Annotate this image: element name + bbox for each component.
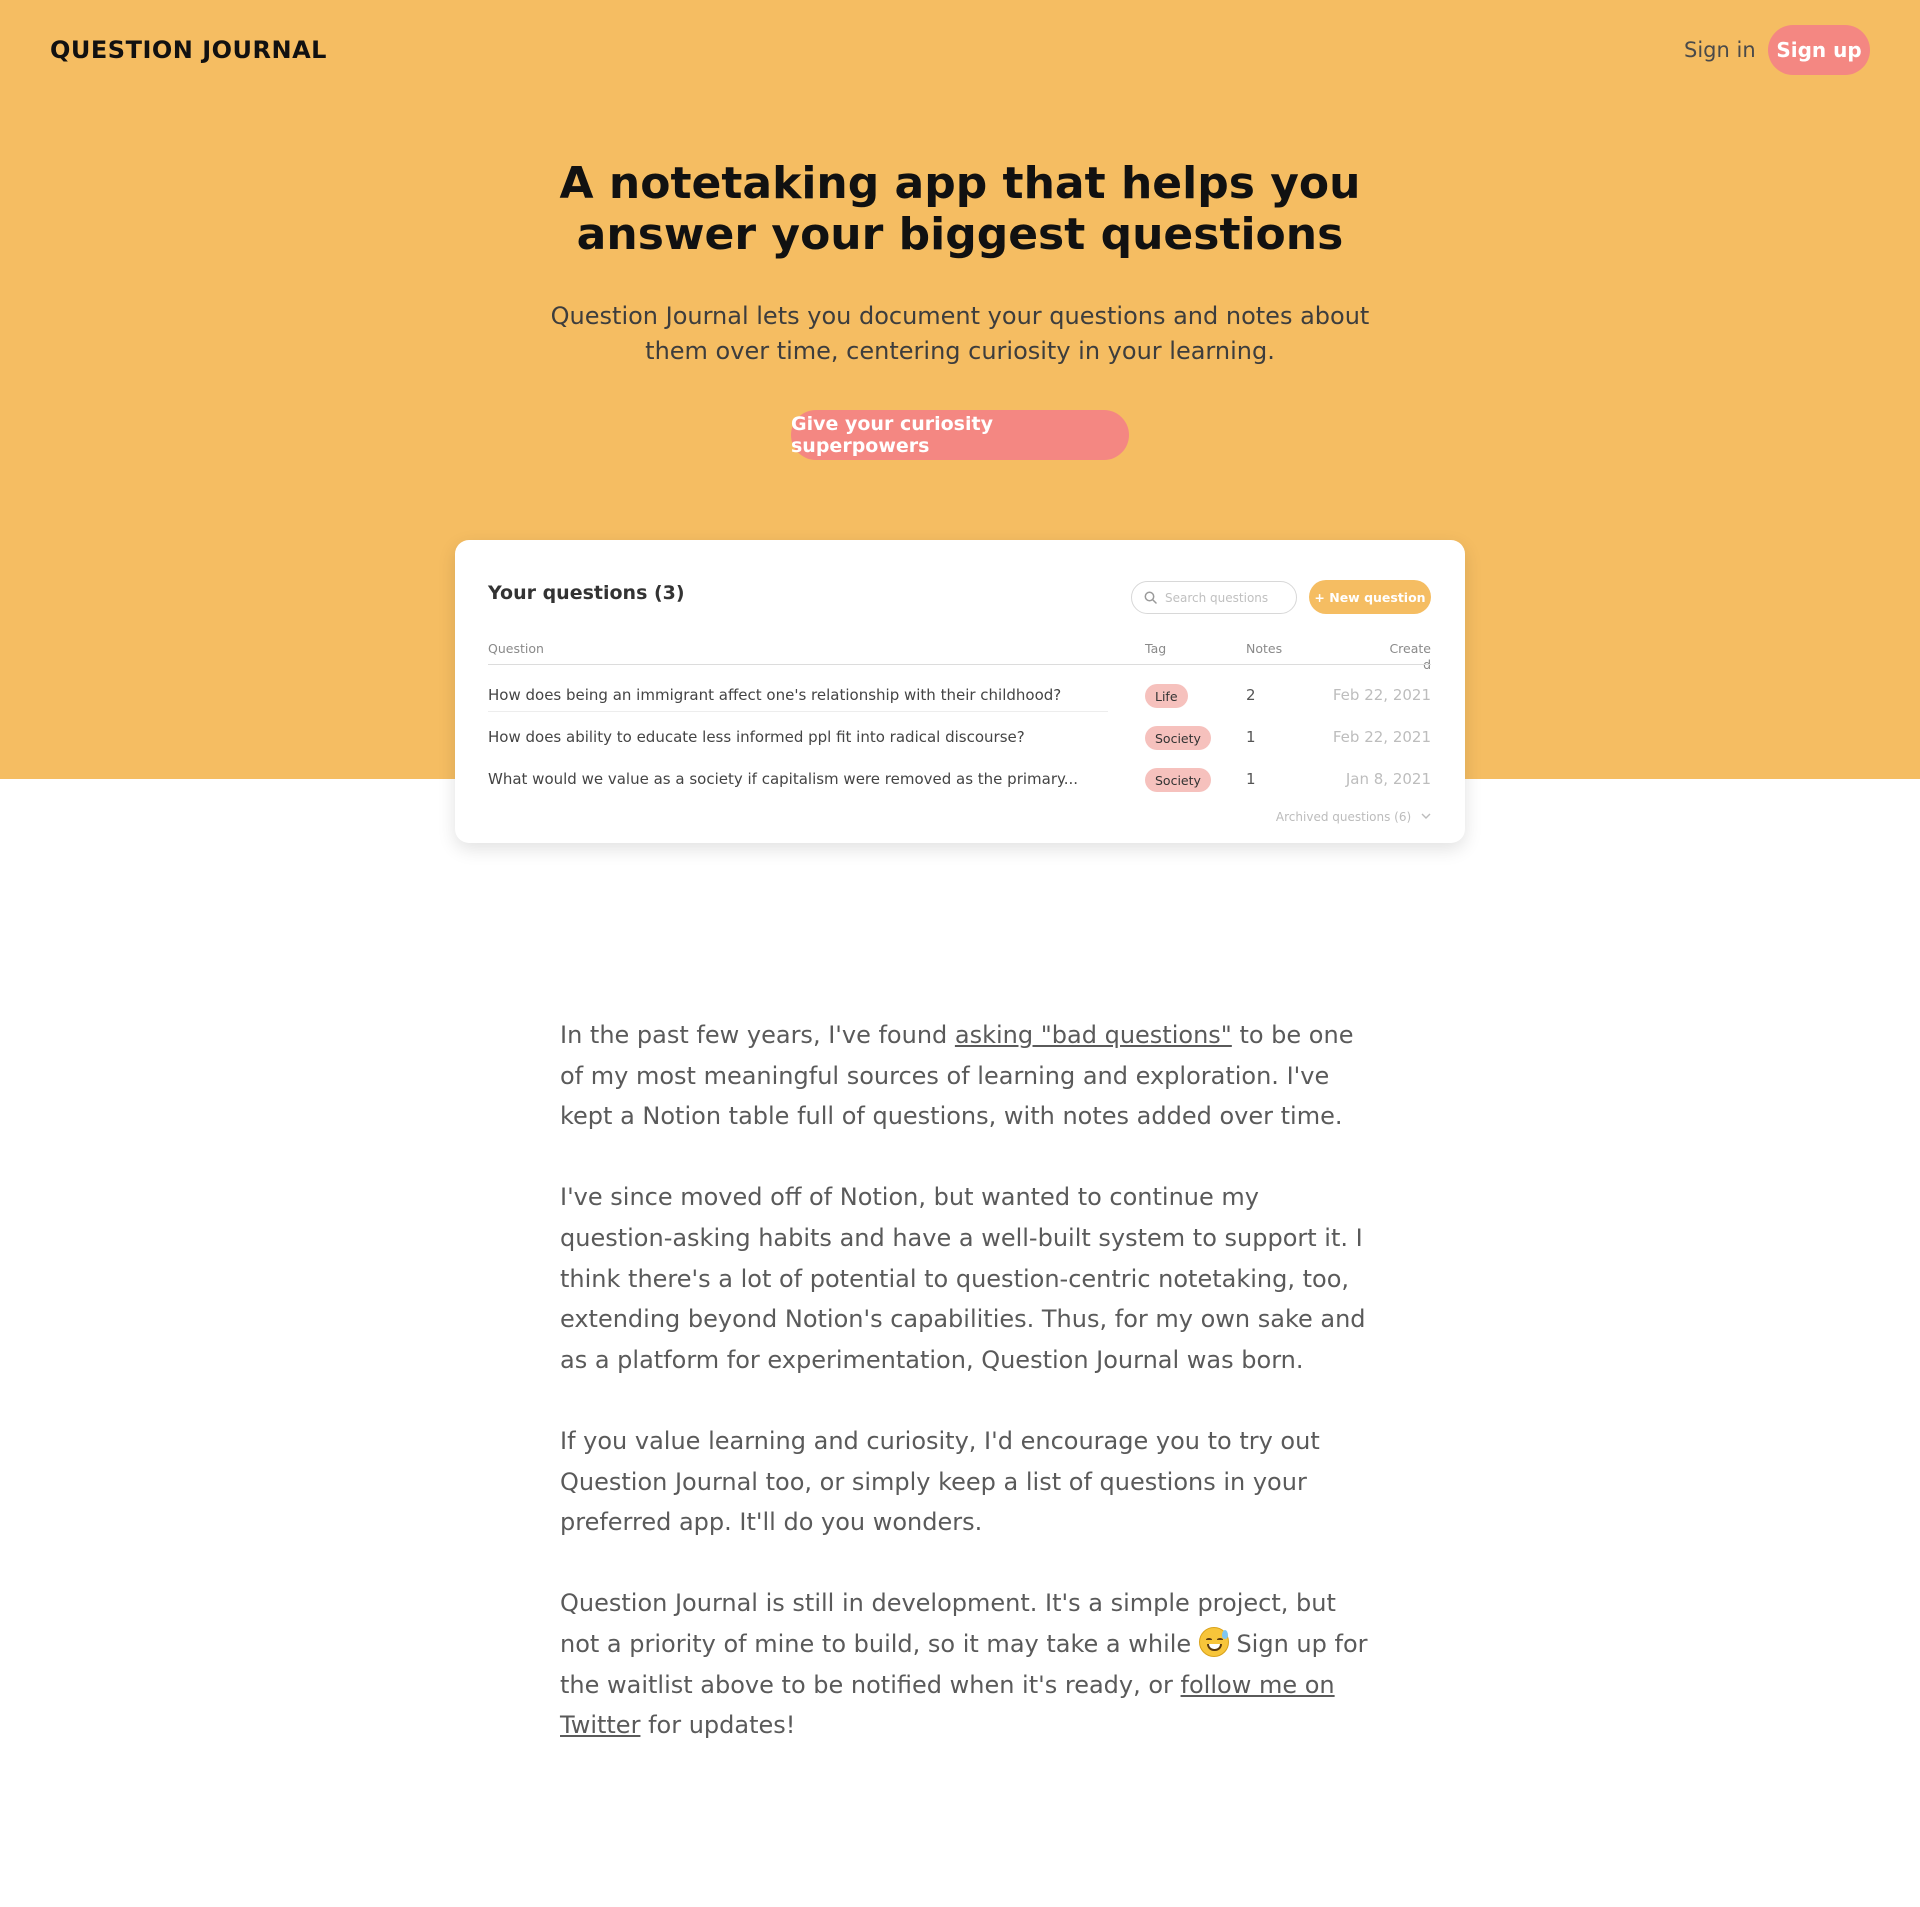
story-paragraph-4: Question Journal is still in development…	[560, 1583, 1370, 1745]
bad-questions-link[interactable]: asking "bad questions"	[955, 1021, 1232, 1049]
sign-up-button[interactable]: Sign up	[1768, 25, 1870, 75]
row-divider	[488, 711, 1108, 712]
search-icon	[1144, 591, 1157, 604]
notes-count: 1	[1246, 770, 1256, 788]
cta-button[interactable]: Give your curiosity superpowers	[791, 410, 1129, 460]
archived-label: Archived questions (6)	[1275, 810, 1412, 824]
notes-count: 2	[1246, 686, 1256, 704]
story-section: In the past few years, I've found asking…	[560, 1015, 1370, 1786]
app-preview-card: Your questions (3) + New question Questi…	[455, 540, 1465, 843]
created-date: Feb 22, 2021	[1332, 728, 1431, 746]
tag-badge[interactable]: Life	[1145, 684, 1188, 708]
notes-count: 1	[1246, 728, 1256, 746]
subhead-line-1: Question Journal lets you document your …	[550, 302, 1370, 330]
search-input[interactable]	[1165, 590, 1283, 605]
tag-badge[interactable]: Society	[1145, 768, 1211, 792]
questions-title: Your questions (3)	[488, 582, 685, 604]
hero-headline: A notetaking app that helps you answer y…	[460, 158, 1460, 260]
archived-questions-toggle[interactable]: Archived questions (6)	[1235, 810, 1431, 824]
question-text: How does ability to educate less informe…	[488, 728, 1025, 746]
created-date: Feb 22, 2021	[1332, 686, 1431, 704]
headline-line-2: answer your biggest questions	[576, 209, 1344, 260]
grinning-sweat-emoji-icon	[1198, 1626, 1229, 1657]
question-text: How does being an immigrant affect one's…	[488, 686, 1062, 704]
story-paragraph-1: In the past few years, I've found asking…	[560, 1015, 1370, 1137]
created-date: Jan 8, 2021	[1345, 770, 1431, 788]
paragraph-text: In the past few years, I've found	[560, 1021, 955, 1049]
search-box[interactable]	[1131, 581, 1297, 614]
created-header-part-1: Create	[1389, 641, 1431, 656]
paragraph-text: for updates!	[640, 1711, 796, 1740]
table-row[interactable]: What would we value as a society if capi…	[455, 762, 1465, 798]
table-row[interactable]: How does ability to educate less informe…	[455, 720, 1465, 756]
hero-subhead: Question Journal lets you document your …	[540, 299, 1380, 369]
column-header-tag[interactable]: Tag	[1145, 641, 1166, 656]
column-header-question[interactable]: Question	[488, 641, 544, 656]
created-header-part-2: d	[1375, 657, 1431, 673]
table-row[interactable]: How does being an immigrant affect one's…	[455, 678, 1465, 714]
column-header-created[interactable]: Create d	[1375, 641, 1431, 673]
tag-badge[interactable]: Society	[1145, 726, 1211, 750]
story-paragraph-3: If you value learning and curiosity, I'd…	[560, 1426, 1320, 1537]
new-question-button[interactable]: + New question	[1309, 580, 1431, 614]
column-header-notes[interactable]: Notes	[1246, 641, 1282, 656]
question-text: What would we value as a society if capi…	[488, 770, 1079, 788]
header-divider	[488, 664, 1431, 665]
chevron-down-icon	[1421, 813, 1431, 819]
logo[interactable]: QUESTION JOURNAL	[50, 36, 327, 64]
subhead-line-2: them over time, centering curiosity in y…	[645, 337, 1275, 365]
headline-line-1: A notetaking app that helps you	[559, 158, 1361, 209]
story-paragraph-2: I've since moved off of Notion, but want…	[560, 1183, 1366, 1374]
sign-in-link[interactable]: Sign in	[1684, 38, 1756, 62]
